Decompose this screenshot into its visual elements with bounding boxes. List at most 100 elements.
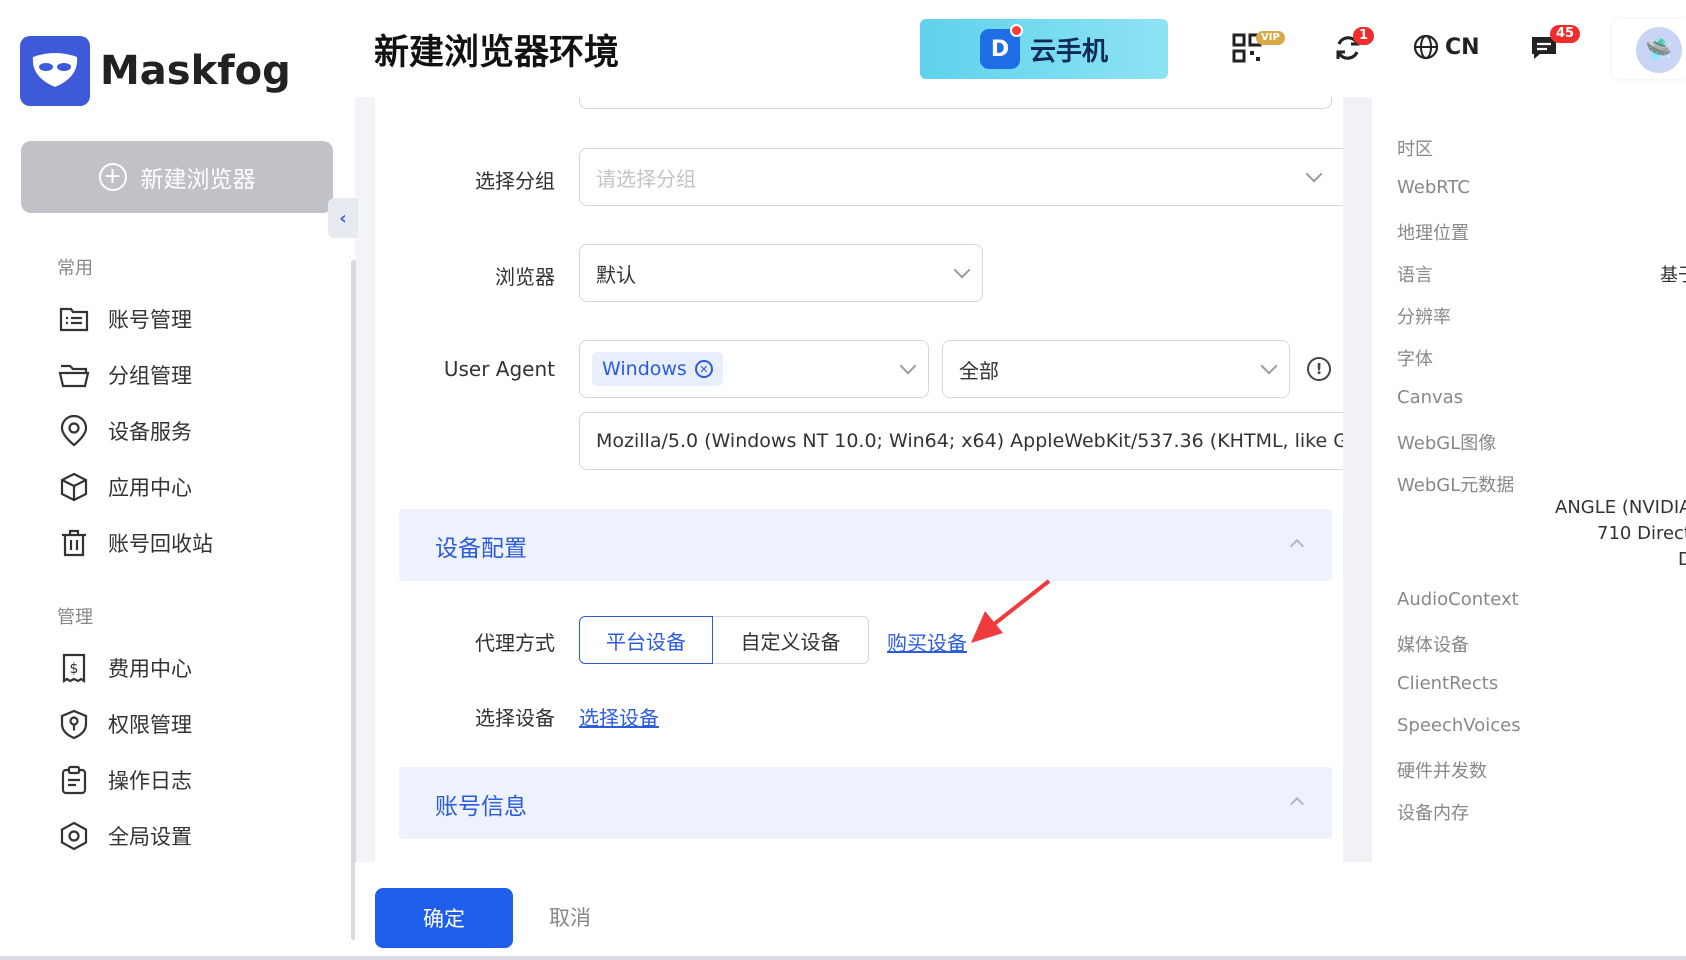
buy-device-link[interactable]: 购买设备	[887, 627, 967, 656]
sidebar-item-label: 操作日志	[108, 769, 192, 793]
logo[interactable]: Maskfog	[20, 36, 291, 106]
language-label: CN	[1445, 34, 1480, 60]
group-select[interactable]: 请选择分组	[579, 148, 1343, 206]
sync-badge: 1	[1353, 27, 1375, 45]
sidebar-item-label: 权限管理	[108, 713, 192, 737]
cancel-button[interactable]: 取消	[549, 902, 591, 932]
ua-string-input[interactable]: Mozilla/5.0 (Windows NT 10.0; Win64; x64…	[579, 412, 1343, 470]
sidebar-item-app-center[interactable]: 应用中心	[58, 471, 192, 503]
new-browser-button[interactable]: + 新建浏览器	[21, 141, 333, 213]
account-info-section-header[interactable]: 账号信息	[399, 767, 1332, 839]
sidebar-item-recycle-bin[interactable]: 账号回收站	[58, 527, 213, 559]
main-form: 选择分组 请选择分组 浏览器 默认 User Agent Windows ✕ 全…	[375, 97, 1343, 862]
overview-label-language: 语言	[1397, 265, 1433, 286]
device-config-section-header[interactable]: 设备配置	[399, 509, 1332, 581]
browser-label: 浏览器	[495, 265, 555, 289]
collapse-sidebar-button[interactable]: ‹	[328, 198, 358, 238]
shield-key-icon	[60, 709, 88, 740]
group-label: 选择分组	[475, 169, 555, 193]
overview-value-webgl-meta-3: D	[1678, 549, 1686, 570]
sidebar-item-global-settings[interactable]: 全局设置	[58, 820, 192, 852]
chevron-left-icon: ‹	[339, 207, 347, 229]
logo-text: Maskfog	[100, 48, 291, 94]
sidebar-scrollbar[interactable]	[351, 260, 356, 940]
mask-logo-icon	[20, 36, 90, 106]
proxy-mode-toggle: 平台设备 自定义设备	[579, 616, 869, 664]
ua-string-value: Mozilla/5.0 (Windows NT 10.0; Win64; x64…	[596, 430, 1343, 452]
sidebar-item-permissions[interactable]: 权限管理	[58, 708, 192, 740]
cloud-phone-banner[interactable]: D 云手机	[920, 19, 1168, 79]
overview-label-hardware-concurrency: 硬件并发数	[1397, 761, 1487, 782]
sidebar-item-label: 账号管理	[108, 308, 192, 332]
fingerprint-overview-panel: 时区 WebRTC 地理位置 语言 基于 分辨率 字体 Canvas WebGL…	[1372, 97, 1686, 862]
ua-filter-select[interactable]: 全部	[942, 340, 1290, 398]
ua-os-select[interactable]: Windows ✕	[579, 340, 929, 398]
user-agent-label: User Agent	[443, 357, 555, 381]
info-icon[interactable]: !	[1307, 357, 1331, 381]
section-title: 设备配置	[435, 536, 527, 562]
messages-button[interactable]: 45	[1530, 25, 1581, 62]
overview-label-resolution: 分辨率	[1397, 307, 1451, 328]
select-device-label: 选择设备	[475, 706, 555, 730]
overview-label-device-memory: 设备内存	[1397, 803, 1469, 824]
sidebar-item-label: 应用中心	[108, 476, 192, 500]
sidebar-item-operation-log[interactable]: 操作日志	[58, 764, 192, 796]
ua-os-tag-label: Windows	[602, 358, 687, 380]
chevron-up-icon	[1289, 796, 1305, 812]
browser-select[interactable]: 默认	[579, 244, 983, 302]
page-title: 新建浏览器环境	[374, 33, 620, 73]
settings-hex-icon	[60, 821, 88, 851]
group-placeholder: 请选择分组	[596, 166, 696, 191]
qr-code-button[interactable]: VIP	[1232, 31, 1285, 63]
billing-icon: $	[62, 653, 86, 684]
sync-button[interactable]: 1	[1333, 27, 1375, 63]
section-title: 账号信息	[435, 794, 527, 820]
remove-tag-icon[interactable]: ✕	[694, 360, 713, 378]
sidebar-item-label: 费用中心	[108, 657, 192, 681]
chevron-down-icon	[1260, 357, 1278, 375]
cloud-phone-icon: D	[979, 24, 1023, 69]
select-device-link[interactable]: 选择设备	[579, 702, 659, 731]
account-list-icon	[59, 307, 89, 332]
sidebar-item-billing[interactable]: $ 费用中心	[58, 652, 192, 684]
confirm-button[interactable]: 确定	[375, 888, 513, 948]
sidebar-item-label: 账号回收站	[108, 532, 213, 556]
overview-label-speechvoices: SpeechVoices	[1397, 715, 1521, 736]
user-avatar-button[interactable]: 🛸	[1612, 19, 1686, 79]
folder-icon	[58, 364, 90, 388]
language-switch[interactable]: CN	[1413, 34, 1480, 60]
sidebar: Maskfog + 新建浏览器 常用 账号管理 分组管理 设备服务 应用中心 账…	[0, 0, 356, 960]
overview-label-media-devices: 媒体设备	[1397, 635, 1469, 656]
plus-icon: +	[98, 163, 127, 191]
proxy-mode-label: 代理方式	[475, 631, 555, 655]
section-label-common: 常用	[57, 258, 93, 279]
custom-device-option[interactable]: 自定义设备	[713, 616, 869, 664]
globe-icon	[1413, 34, 1439, 60]
overview-label-clientrects: ClientRects	[1397, 673, 1499, 694]
trash-icon	[62, 529, 86, 557]
sidebar-item-accounts[interactable]: 账号管理	[58, 303, 192, 335]
banner-text: 云手机	[1029, 36, 1108, 67]
svg-text:$: $	[70, 661, 79, 677]
chevron-up-icon	[1289, 538, 1305, 554]
sidebar-item-label: 设备服务	[108, 420, 192, 444]
chevron-down-icon	[953, 261, 971, 279]
overview-label-timezone: 时区	[1397, 139, 1433, 160]
section-label-manage: 管理	[57, 607, 93, 628]
sidebar-item-device-service[interactable]: 设备服务	[58, 415, 192, 447]
overview-label-audiocontext: AudioContext	[1397, 589, 1519, 610]
overview-label-webgl-meta: WebGL元数据	[1397, 475, 1515, 496]
chevron-down-icon	[899, 357, 917, 375]
overview-label-geolocation: 地理位置	[1397, 223, 1469, 244]
overview-value-webgl-meta-2: 710 Direct	[1597, 523, 1686, 544]
chevron-down-icon	[1305, 165, 1323, 183]
platform-device-option[interactable]: 平台设备	[579, 616, 713, 664]
ua-os-tag[interactable]: Windows ✕	[592, 352, 723, 386]
clipboard-icon	[61, 765, 87, 795]
overview-label-canvas: Canvas	[1397, 387, 1464, 408]
previous-field[interactable]	[579, 97, 1332, 109]
overview-value-language: 基于	[1660, 265, 1686, 286]
content-divider	[1343, 97, 1372, 862]
sidebar-item-groups[interactable]: 分组管理	[58, 359, 192, 391]
overview-label-webgl-image: WebGL图像	[1397, 433, 1497, 454]
